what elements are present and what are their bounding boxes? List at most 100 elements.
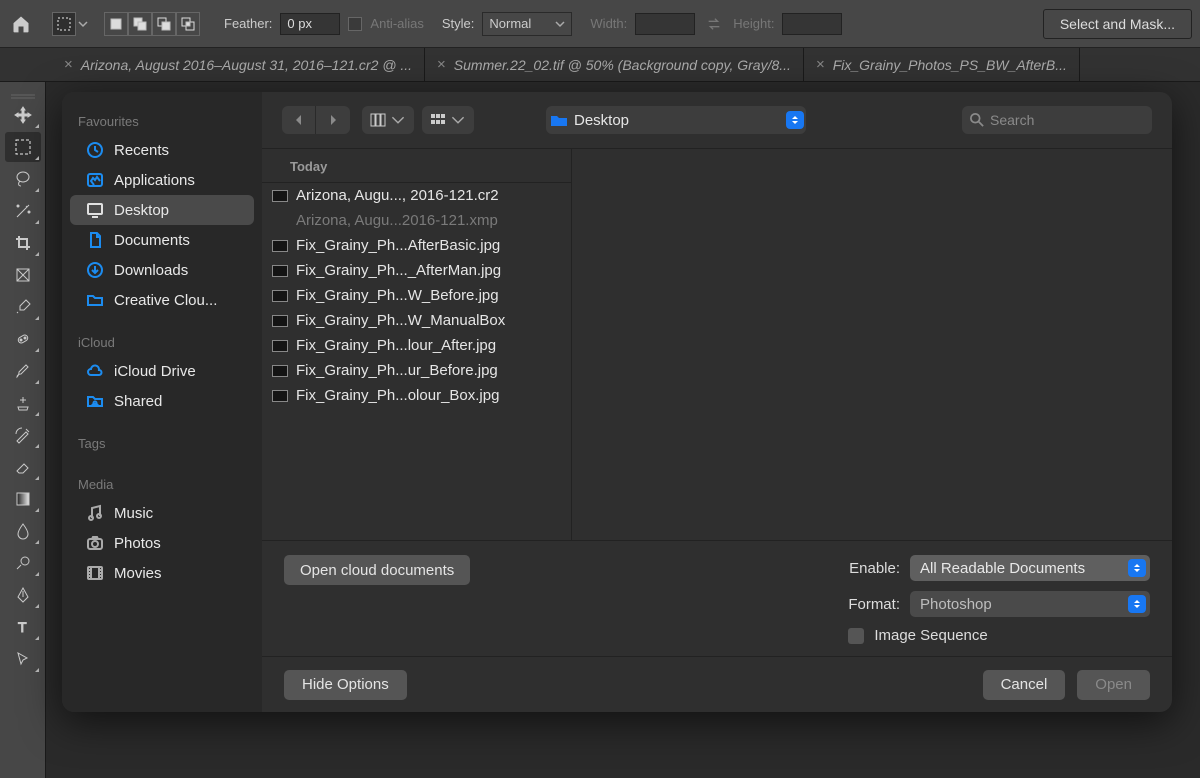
frame-tool-icon[interactable] (5, 260, 41, 290)
forward-button[interactable] (316, 106, 350, 134)
document-tab[interactable]: × Fix_Grainy_Photos_PS_BW_AfterB... (804, 48, 1080, 81)
sidebar-item-icloud-drive[interactable]: iCloud Drive (70, 356, 254, 386)
open-button[interactable]: Open (1077, 670, 1150, 700)
sidebar-item-photos[interactable]: Photos (70, 528, 254, 558)
document-tab[interactable]: ×Summer.22_02.tif @ 50% (Background copy… (425, 48, 804, 81)
eyedropper-tool-icon[interactable] (5, 292, 41, 322)
open-file-dialog: Favourites Recents Applications Desktop … (62, 92, 1172, 712)
clone-stamp-tool-icon[interactable] (5, 388, 41, 418)
sidebar-section-icloud: iCloud (62, 329, 262, 356)
close-icon[interactable]: × (64, 56, 73, 73)
move-tool-icon[interactable] (5, 100, 41, 130)
open-cloud-documents-button[interactable]: Open cloud documents (284, 555, 470, 585)
sidebar-item-music[interactable]: Music (70, 498, 254, 528)
selection-intersect-icon[interactable] (176, 12, 200, 36)
back-button[interactable] (282, 106, 316, 134)
history-brush-tool-icon[interactable] (5, 420, 41, 450)
file-thumb-icon (272, 265, 288, 277)
sidebar-section-favourites: Favourites (62, 108, 262, 135)
file-thumb-icon (272, 290, 288, 302)
format-dropdown[interactable]: Photoshop (910, 591, 1150, 617)
desktop-icon (86, 201, 104, 219)
antialias-label: Anti-alias (370, 16, 423, 31)
tab-label: Fix_Grainy_Photos_PS_BW_AfterB... (833, 57, 1067, 73)
cloud-icon (86, 362, 104, 380)
hide-options-button[interactable]: Hide Options (284, 670, 407, 700)
sidebar-item-downloads[interactable]: Downloads (70, 255, 254, 285)
feather-input[interactable] (280, 13, 340, 35)
marquee-new-icon[interactable] (52, 12, 76, 36)
cancel-button[interactable]: Cancel (983, 670, 1066, 700)
clock-icon (86, 141, 104, 159)
marquee-selection-mode-group (52, 12, 90, 36)
image-sequence-checkbox[interactable] (848, 628, 864, 644)
dialog-options: Open cloud documents Enable: All Readabl… (262, 540, 1172, 656)
selection-new-icon[interactable] (104, 12, 128, 36)
blur-tool-icon[interactable] (5, 516, 41, 546)
marquee-tool-icon[interactable] (5, 132, 41, 162)
document-tab[interactable]: ×Arizona, August 2016–August 31, 2016–12… (52, 48, 425, 81)
view-grid-dropdown[interactable] (422, 106, 474, 134)
file-thumb-icon (272, 365, 288, 377)
home-icon[interactable] (8, 11, 34, 37)
sidebar-item-desktop[interactable]: Desktop (70, 195, 254, 225)
lasso-tool-icon[interactable] (5, 164, 41, 194)
sidebar-item-applications[interactable]: Applications (70, 165, 254, 195)
brush-tool-icon[interactable] (5, 356, 41, 386)
enable-dropdown[interactable]: All Readable Documents (910, 555, 1150, 581)
dodge-tool-icon[interactable] (5, 548, 41, 578)
sidebar-item-creative-cloud[interactable]: Creative Clou... (70, 285, 254, 315)
file-row[interactable]: Fix_Grainy_Ph...lour_After.jpg (262, 333, 571, 358)
select-and-mask-button[interactable]: Select and Mask... (1043, 9, 1192, 39)
file-row[interactable]: Fix_Grainy_Ph...W_ManualBox (262, 308, 571, 333)
format-value: Photoshop (920, 596, 992, 613)
updown-arrows-icon (786, 111, 804, 129)
location-dropdown[interactable]: Desktop (546, 106, 806, 134)
file-row[interactable]: Fix_Grainy_Ph...ur_Before.jpg (262, 358, 571, 383)
sidebar-item-label: Documents (114, 232, 190, 249)
movies-icon (86, 564, 104, 582)
dialog-sidebar: Favourites Recents Applications Desktop … (62, 92, 262, 712)
type-tool-icon[interactable]: T (5, 612, 41, 642)
file-row[interactable]: Fix_Grainy_Ph..._AfterMan.jpg (262, 258, 571, 283)
healing-brush-tool-icon[interactable] (5, 324, 41, 354)
close-icon[interactable]: × (816, 56, 825, 73)
selection-add-icon[interactable] (128, 12, 152, 36)
sidebar-item-label: Shared (114, 393, 162, 410)
gradient-tool-icon[interactable] (5, 484, 41, 514)
file-name: Arizona, Augu..., 2016-121.cr2 (296, 187, 499, 204)
sidebar-item-documents[interactable]: Documents (70, 225, 254, 255)
folder-icon (550, 113, 568, 127)
close-icon[interactable]: × (437, 56, 446, 73)
magic-wand-tool-icon[interactable] (5, 196, 41, 226)
file-thumb-icon (272, 340, 288, 352)
crop-tool-icon[interactable] (5, 228, 41, 258)
file-row[interactable]: Arizona, Augu..., 2016-121.cr2 (262, 183, 571, 208)
style-value: Normal (489, 16, 531, 31)
view-columns-dropdown[interactable] (362, 106, 414, 134)
file-name: Fix_Grainy_Ph...lour_After.jpg (296, 337, 496, 354)
width-input (635, 13, 695, 35)
file-row[interactable]: Arizona, Augu...2016-121.xmp (262, 208, 571, 233)
style-dropdown[interactable]: Normal (482, 12, 572, 36)
file-name: Fix_Grainy_Ph..._AfterMan.jpg (296, 262, 501, 279)
camera-icon (86, 534, 104, 552)
file-row[interactable]: Fix_Grainy_Ph...AfterBasic.jpg (262, 233, 571, 258)
canvas-area: Favourites Recents Applications Desktop … (46, 82, 1200, 778)
pen-tool-icon[interactable] (5, 580, 41, 610)
sidebar-item-movies[interactable]: Movies (70, 558, 254, 588)
path-selection-tool-icon[interactable] (5, 644, 41, 674)
search-input[interactable]: Search (962, 106, 1152, 134)
file-row[interactable]: Fix_Grainy_Ph...W_Before.jpg (262, 283, 571, 308)
chevron-down-icon[interactable] (78, 19, 88, 29)
selection-subtract-icon[interactable] (152, 12, 176, 36)
grip-icon (11, 88, 35, 96)
shared-folder-icon (86, 392, 104, 410)
file-thumb-icon (272, 240, 288, 252)
sidebar-item-shared[interactable]: Shared (70, 386, 254, 416)
sidebar-item-recents[interactable]: Recents (70, 135, 254, 165)
file-name: Fix_Grainy_Ph...W_Before.jpg (296, 287, 499, 304)
sidebar-item-label: iCloud Drive (114, 363, 196, 380)
file-row[interactable]: Fix_Grainy_Ph...olour_Box.jpg (262, 383, 571, 408)
eraser-tool-icon[interactable] (5, 452, 41, 482)
